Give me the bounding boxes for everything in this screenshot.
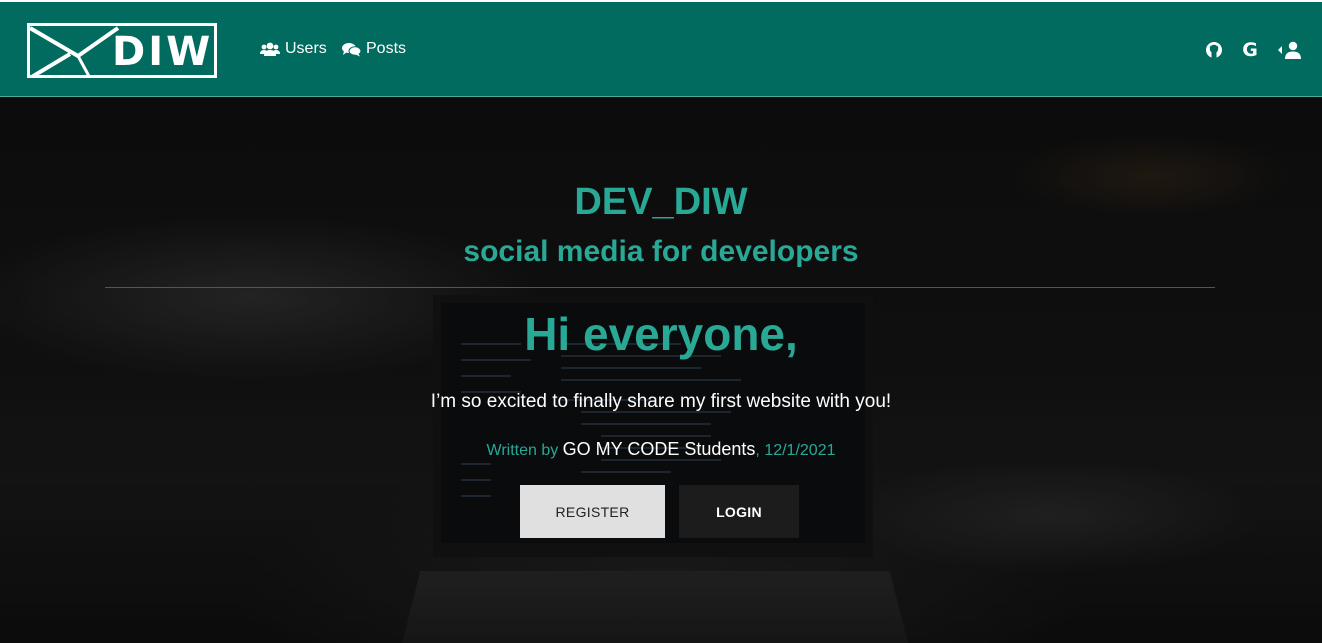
brand-title: DEV_DIW xyxy=(574,181,748,223)
hero-section: DEV_DIW social media for developers Hi e… xyxy=(0,97,1322,643)
sign-in-button[interactable] xyxy=(1276,40,1304,60)
byline-separator: , xyxy=(755,442,765,459)
nav-link-users-label: Users xyxy=(285,40,327,57)
sign-in-user-icon xyxy=(1278,41,1301,59)
github-login-button[interactable] xyxy=(1203,40,1225,60)
hero-divider xyxy=(105,287,1215,288)
byline: Written by GO MY CODE Students, 12/1/202… xyxy=(0,438,1322,462)
nav-link-posts[interactable]: Posts xyxy=(342,39,406,59)
google-login-button[interactable]: G xyxy=(1239,39,1261,61)
byline-date: 12/1/2021 xyxy=(764,442,836,459)
nav-link-posts-label: Posts xyxy=(366,40,407,57)
users-icon xyxy=(260,42,280,56)
logo[interactable]: DIW xyxy=(27,23,217,78)
lead-text: I’m so excited to finally share my first… xyxy=(430,391,892,412)
comments-icon xyxy=(342,42,361,56)
greeting-heading: Hi everyone, xyxy=(524,308,798,360)
github-icon xyxy=(1206,42,1222,58)
logo-text: DIW xyxy=(112,29,214,75)
byline-author: GO MY CODE Students xyxy=(562,439,756,459)
brand-subtitle: social media for developers xyxy=(463,235,859,268)
register-button[interactable]: REGISTER xyxy=(520,485,665,538)
login-button[interactable]: LOGIN xyxy=(679,485,799,538)
byline-prefix: Written by xyxy=(486,442,563,459)
nav-link-users[interactable]: Users xyxy=(260,39,327,59)
logo-envelope-icon xyxy=(30,26,120,75)
google-icon: G xyxy=(1242,39,1258,61)
navbar: DIW Users Posts G xyxy=(0,0,1322,97)
